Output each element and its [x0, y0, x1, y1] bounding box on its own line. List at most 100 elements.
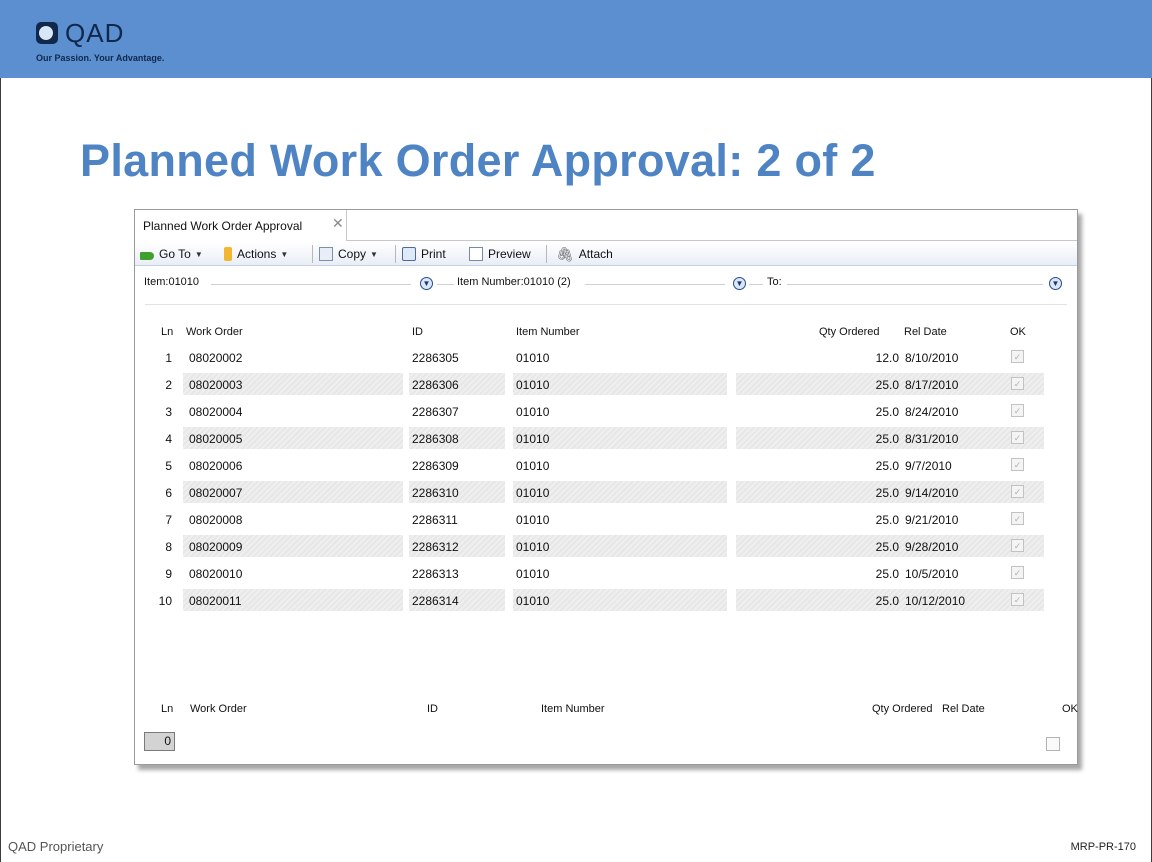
cell-rel-date[interactable]: 9/7/2010 [905, 459, 952, 473]
cell-id[interactable]: 2286314 [412, 594, 459, 608]
table-row[interactable]: 7 08020008 2286311 01010 25.0 9/21/2010 ✓ [135, 506, 1077, 533]
ok-checkbox[interactable]: ✓ [1011, 431, 1024, 444]
cell-item-number[interactable]: 01010 [516, 567, 549, 581]
cell-work-order[interactable]: 08020004 [189, 405, 242, 419]
column-header-qty-ordered[interactable]: Qty Ordered [819, 326, 880, 338]
table-row[interactable]: 6 08020007 2286310 01010 25.0 9/14/2010 ✓ [135, 479, 1077, 506]
ok-checkbox[interactable] [1046, 737, 1060, 751]
cell-qty-ordered[interactable]: 12.0 [843, 351, 899, 365]
cell-ln[interactable]: 7 [152, 513, 172, 527]
chevron-down-icon[interactable]: ▼ [420, 277, 433, 290]
cell-ln[interactable]: 10 [152, 594, 172, 608]
ok-checkbox[interactable]: ✓ [1011, 593, 1024, 606]
cell-rel-date[interactable]: 8/24/2010 [905, 405, 958, 419]
cell-qty-ordered[interactable]: 25.0 [843, 378, 899, 392]
cell-rel-date[interactable]: 8/31/2010 [905, 432, 958, 446]
actions-button[interactable]: Actions ▼ [224, 245, 288, 263]
cell-qty-ordered[interactable]: 25.0 [843, 459, 899, 473]
cell-item-number[interactable]: 01010 [516, 432, 549, 446]
ok-checkbox[interactable]: ✓ [1011, 458, 1024, 471]
column-header-ok[interactable]: OK [1010, 326, 1026, 338]
cell-work-order[interactable]: 08020006 [189, 459, 242, 473]
cell-work-order[interactable]: 08020003 [189, 378, 242, 392]
cell-ln[interactable]: 3 [152, 405, 172, 419]
table-row[interactable]: 9 08020010 2286313 01010 25.0 10/5/2010 ✓ [135, 560, 1077, 587]
cell-item-number[interactable]: 01010 [516, 486, 549, 500]
cell-ln[interactable]: 9 [152, 567, 172, 581]
cell-id[interactable]: 2286306 [412, 378, 459, 392]
table-row[interactable]: 4 08020005 2286308 01010 25.0 8/31/2010 ✓ [135, 425, 1077, 452]
cell-item-number[interactable]: 01010 [516, 513, 549, 527]
ln-input[interactable]: 0 [144, 732, 175, 751]
cell-rel-date[interactable]: 10/5/2010 [905, 567, 958, 581]
cell-work-order[interactable]: 08020011 [189, 594, 242, 608]
ok-checkbox[interactable]: ✓ [1011, 404, 1024, 417]
cell-item-number[interactable]: 01010 [516, 540, 549, 554]
cell-qty-ordered[interactable]: 25.0 [843, 405, 899, 419]
preview-button[interactable]: Preview [469, 245, 531, 263]
cell-rel-date[interactable]: 9/14/2010 [905, 486, 958, 500]
ok-checkbox[interactable]: ✓ [1011, 512, 1024, 525]
ok-checkbox[interactable]: ✓ [1011, 566, 1024, 579]
cell-work-order[interactable]: 08020002 [189, 351, 242, 365]
cell-item-number[interactable]: 01010 [516, 405, 549, 419]
cell-rel-date[interactable]: 8/10/2010 [905, 351, 958, 365]
cell-work-order[interactable]: 08020007 [189, 486, 242, 500]
cell-id[interactable]: 2286312 [412, 540, 459, 554]
column-header-item-number[interactable]: Item Number [516, 326, 580, 338]
column-header-ln[interactable]: Ln [161, 326, 173, 338]
attach-button[interactable]: 🖇 Attach [556, 245, 613, 263]
close-icon[interactable]: ✕ [332, 215, 344, 232]
ok-checkbox[interactable]: ✓ [1011, 485, 1024, 498]
table-row[interactable]: 5 08020006 2286309 01010 25.0 9/7/2010 ✓ [135, 452, 1077, 479]
cell-item-number[interactable]: 01010 [516, 459, 549, 473]
cell-ln[interactable]: 6 [152, 486, 172, 500]
chevron-down-icon[interactable]: ▼ [1049, 277, 1062, 290]
ok-checkbox[interactable]: ✓ [1011, 350, 1024, 363]
table-row[interactable]: 10 08020011 2286314 01010 25.0 10/12/2010 ✓ [135, 587, 1077, 614]
cell-id[interactable]: 2286305 [412, 351, 459, 365]
table-row[interactable]: 3 08020004 2286307 01010 25.0 8/24/2010 ✓ [135, 398, 1077, 425]
cell-id[interactable]: 2286313 [412, 567, 459, 581]
cell-id[interactable]: 2286307 [412, 405, 459, 419]
cell-id[interactable]: 2286309 [412, 459, 459, 473]
cell-ln[interactable]: 1 [152, 351, 172, 365]
table-row[interactable]: 1 08020002 2286305 01010 12.0 8/10/2010 ✓ [135, 344, 1077, 371]
cell-ln[interactable]: 2 [152, 378, 172, 392]
cell-qty-ordered[interactable]: 25.0 [843, 540, 899, 554]
cell-qty-ordered[interactable]: 25.0 [843, 432, 899, 446]
cell-rel-date[interactable]: 9/21/2010 [905, 513, 958, 527]
cell-id[interactable]: 2286311 [412, 513, 458, 527]
ok-checkbox[interactable]: ✓ [1011, 539, 1024, 552]
cell-qty-ordered[interactable]: 25.0 [843, 513, 899, 527]
cell-rel-date[interactable]: 9/28/2010 [905, 540, 958, 554]
cell-id[interactable]: 2286310 [412, 486, 459, 500]
table-row[interactable]: 2 08020003 2286306 01010 25.0 8/17/2010 ✓ [135, 371, 1077, 398]
cell-work-order[interactable]: 08020008 [189, 513, 242, 527]
print-button[interactable]: Print [402, 245, 446, 263]
copy-button[interactable]: Copy ▼ [319, 245, 378, 263]
column-header-rel-date[interactable]: Rel Date [904, 326, 947, 338]
ok-checkbox[interactable]: ✓ [1011, 377, 1024, 390]
cell-work-order[interactable]: 08020009 [189, 540, 242, 554]
cell-id[interactable]: 2286308 [412, 432, 459, 446]
chevron-down-icon[interactable]: ▼ [733, 277, 746, 290]
cell-ln[interactable]: 4 [152, 432, 172, 446]
cell-ln[interactable]: 5 [152, 459, 172, 473]
table-row[interactable]: 8 08020009 2286312 01010 25.0 9/28/2010 ✓ [135, 533, 1077, 560]
cell-item-number[interactable]: 01010 [516, 351, 549, 365]
cell-ln[interactable]: 8 [152, 540, 172, 554]
cell-work-order[interactable]: 08020005 [189, 432, 242, 446]
cell-item-number[interactable]: 01010 [516, 378, 549, 392]
cell-qty-ordered[interactable]: 25.0 [843, 486, 899, 500]
cell-qty-ordered[interactable]: 25.0 [843, 594, 899, 608]
goto-button[interactable]: Go To ▼ [140, 245, 203, 263]
cell-qty-ordered[interactable]: 25.0 [843, 567, 899, 581]
cell-work-order[interactable]: 08020010 [189, 567, 242, 581]
column-header-work-order[interactable]: Work Order [186, 326, 243, 338]
tab-planned-work-order-approval[interactable]: Planned Work Order Approval ✕ [135, 210, 347, 241]
column-header-id[interactable]: ID [412, 326, 423, 338]
cell-item-number[interactable]: 01010 [516, 594, 549, 608]
cell-rel-date[interactable]: 8/17/2010 [905, 378, 958, 392]
cell-rel-date[interactable]: 10/12/2010 [905, 594, 965, 608]
